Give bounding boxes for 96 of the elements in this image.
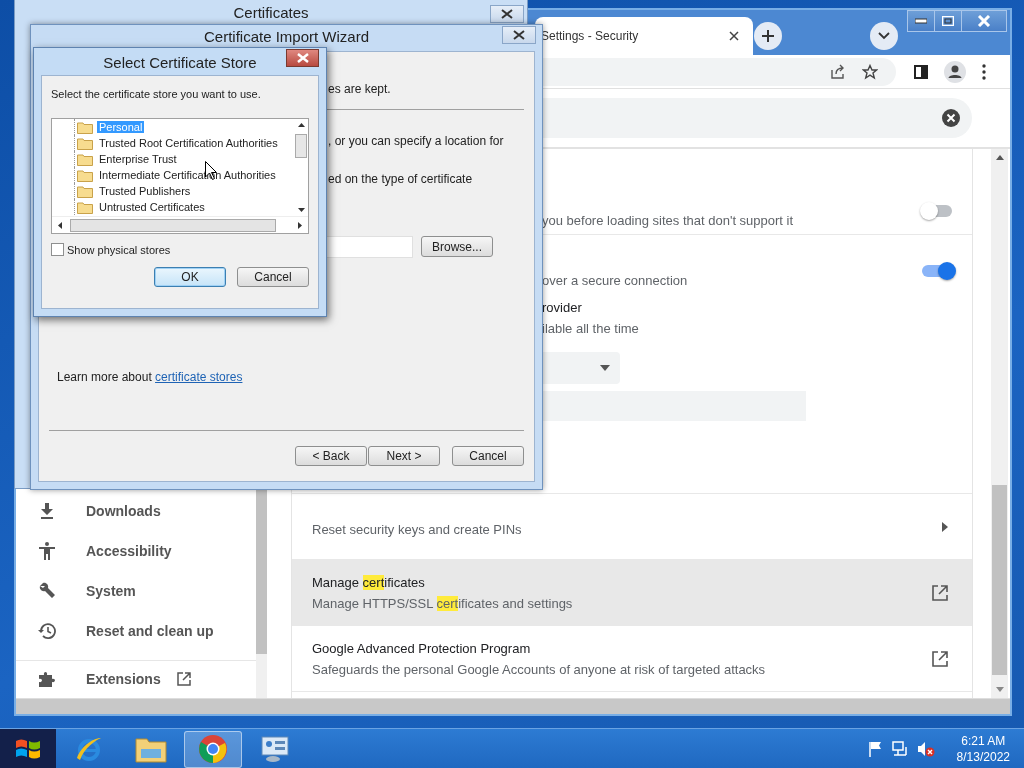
puzzle-piece-icon [38, 670, 56, 688]
start-button[interactable] [0, 729, 56, 768]
row-title: Google Advanced Protection Program [312, 640, 532, 656]
flag-icon[interactable] [868, 741, 883, 757]
share-icon[interactable] [830, 63, 846, 80]
window-title: Certificates [233, 4, 309, 21]
sidebar-item[interactable]: System [16, 571, 256, 611]
sidebar-item[interactable]: Extensions [16, 661, 256, 697]
scroll-left-icon[interactable] [58, 221, 62, 229]
external-link-icon [932, 650, 948, 667]
body-text: , or you can specify a location for [328, 134, 504, 148]
dropdown-caret-icon [600, 365, 610, 371]
toggle-switch[interactable] [922, 204, 952, 217]
close-button[interactable] [502, 26, 536, 44]
folder-icon [77, 184, 93, 198]
body-text: es are kept. [328, 82, 391, 96]
wizard-button[interactable]: Next > [368, 446, 440, 466]
new-tab-button[interactable] [754, 21, 782, 50]
folder-icon [77, 200, 93, 214]
windows-logo-icon [15, 737, 41, 761]
download-icon [38, 503, 56, 519]
close-button[interactable] [286, 49, 319, 67]
prompt-text: Select the certificate store you want to use. [51, 88, 262, 100]
sidebar-item[interactable]: Accessibility [16, 531, 256, 571]
clock[interactable]: 6:21 AM 8/13/2022 [956, 733, 1010, 765]
network-icon[interactable] [890, 741, 909, 757]
clear-icon[interactable] [942, 109, 960, 127]
store-item[interactable]: Trusted Root Certification Authorities [74, 135, 294, 151]
dialog-button[interactable]: Cancel [237, 267, 309, 287]
close-icon [501, 9, 513, 19]
accessibility-icon [38, 542, 56, 560]
settings-row[interactable]: Google Advanced Protection Program Safeguards the personal Google Accounts of anyone at risk of targeted attacks [292, 626, 972, 692]
input-field[interactable] [542, 391, 806, 421]
close-icon [977, 15, 991, 27]
minimize-button[interactable] [908, 11, 935, 31]
window-title: Certificate Import Wizard [203, 27, 369, 45]
minimize-icon [915, 18, 927, 24]
browser-tab[interactable]: Settings - Security [535, 17, 753, 55]
scroll-down-icon[interactable] [297, 208, 305, 212]
wizard-button[interactable]: < Back [295, 446, 367, 466]
scrollbar-thumb[interactable] [295, 134, 307, 158]
clock-time: 6:21 AM [961, 733, 1006, 749]
setting-description: over a secure connection [542, 273, 688, 288]
scroll-up-icon[interactable] [995, 155, 1004, 160]
row-description: Safeguards the personal Google Accounts of anyone at risk of targeted attacks [312, 661, 766, 677]
help-text: Learn more about certificate stores [56, 370, 244, 384]
folder-icon [135, 735, 167, 763]
checkbox[interactable] [51, 243, 64, 256]
chevron-right-icon [942, 521, 948, 532]
sidebar-item[interactable]: Reset and clean up [16, 611, 256, 651]
scroll-right-icon[interactable] [298, 221, 302, 229]
maximize-button[interactable] [935, 11, 962, 31]
file-path-field[interactable] [326, 236, 413, 258]
body-text: ed on the type of certificate [328, 172, 473, 186]
folder-icon [77, 152, 93, 166]
close-button[interactable] [490, 5, 524, 23]
chrome-icon [198, 734, 228, 764]
taskbar-button[interactable] [184, 730, 242, 768]
menu-icon[interactable] [982, 63, 986, 80]
profile-icon[interactable] [944, 60, 966, 83]
sidebar-item[interactable]: Downloads [16, 491, 256, 531]
control-panel-icon [260, 735, 290, 763]
store-item[interactable]: Untrusted Certificates [74, 199, 294, 215]
tab-search-button[interactable] [870, 21, 898, 50]
window-title: Select Certificate Store [103, 53, 257, 71]
wizard-button[interactable]: Cancel [452, 446, 524, 466]
folder-icon [77, 120, 93, 134]
setting-description: you before loading sites that don't support it [542, 213, 794, 228]
horizontal-scrollbar[interactable] [16, 698, 1010, 714]
history-icon [38, 622, 56, 640]
row-description: Manage HTTPS/SSL certificates and settings [312, 595, 573, 611]
side-panel-icon[interactable] [914, 64, 928, 79]
chevron-down-icon [878, 31, 890, 40]
maximize-icon [942, 16, 954, 26]
plus-icon [761, 28, 775, 43]
row-description: Reset security keys and create PINs [312, 522, 522, 537]
close-icon [513, 30, 525, 40]
option-description: ilable all the time [542, 321, 640, 336]
close-icon[interactable] [729, 31, 739, 41]
provider-dropdown[interactable] [542, 352, 620, 384]
browse-button[interactable]: Browse... [421, 236, 493, 257]
close-icon [295, 53, 310, 63]
wrench-icon [38, 582, 56, 600]
folder-icon [77, 168, 93, 182]
checkbox-label[interactable]: Show physical stores [51, 243, 309, 256]
scroll-up-icon[interactable] [297, 123, 305, 127]
speaker-muted-icon[interactable] [916, 741, 935, 757]
scrollbar[interactable] [991, 149, 1008, 698]
store-item[interactable]: Trusted Publishers [74, 183, 294, 199]
external-link-icon [932, 584, 948, 601]
option-title: rovider [542, 300, 583, 315]
certificate-stores-link[interactable]: certificate stores [155, 370, 243, 384]
bookmark-star-icon[interactable] [862, 63, 878, 80]
clock-date: 8/13/2022 [956, 749, 1010, 765]
scrollbar-thumb[interactable] [70, 218, 276, 232]
dialog-button[interactable]: OK [154, 267, 226, 287]
